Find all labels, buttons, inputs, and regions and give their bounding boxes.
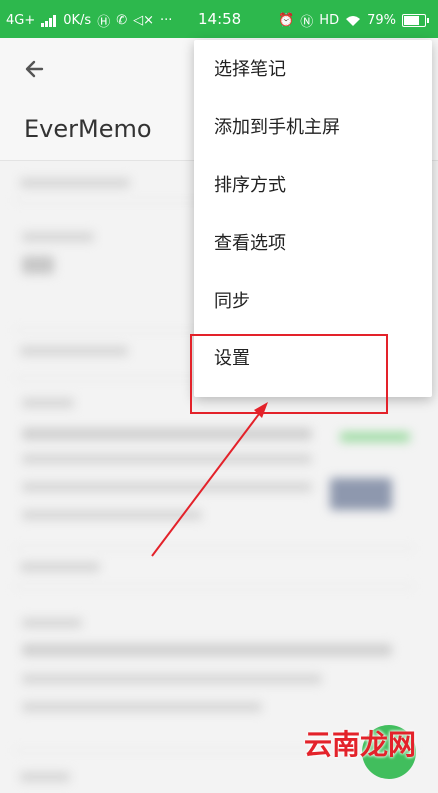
clock: 14:58 [198,10,242,28]
menu-item-sync[interactable]: 同步 [194,274,432,330]
battery-percent: 79% [367,13,396,28]
speed-label: 0K/s [63,13,92,28]
more-dots-icon: ··· [160,13,173,28]
status-bar: 4G+ 0K/s Ⓗ ✆ ◁× ··· 14:58 ⏰ Ⓝ HD 79% [0,0,438,38]
annotation-highlight-box [190,334,388,414]
menu-item-select-notes[interactable]: 选择笔记 [194,42,432,98]
nfc-icon: Ⓝ [300,15,314,30]
watermark-logo: 云南龙网 [304,728,417,761]
status-left: 4G+ 0K/s Ⓗ ✆ ◁× ··· [6,11,172,30]
hd-label: HD [319,13,340,28]
back-arrow-icon[interactable] [20,54,50,84]
hd-voice-icon: Ⓗ [97,15,111,30]
app-title: EverMemo [24,115,152,143]
call-icon: ✆ [116,13,128,28]
mute-icon: ◁× [133,13,155,28]
wifi-icon [346,15,361,26]
battery-icon [402,14,429,27]
signal-icon [41,14,57,27]
status-right: ⏰ Ⓝ HD 79% [278,11,429,30]
network-label: 4G+ [6,13,36,28]
menu-item-view-options[interactable]: 查看选项 [194,216,432,272]
menu-item-sort[interactable]: 排序方式 [194,158,432,214]
menu-item-add-to-home[interactable]: 添加到手机主屏 [194,100,432,156]
alarm-icon: ⏰ [278,13,295,28]
